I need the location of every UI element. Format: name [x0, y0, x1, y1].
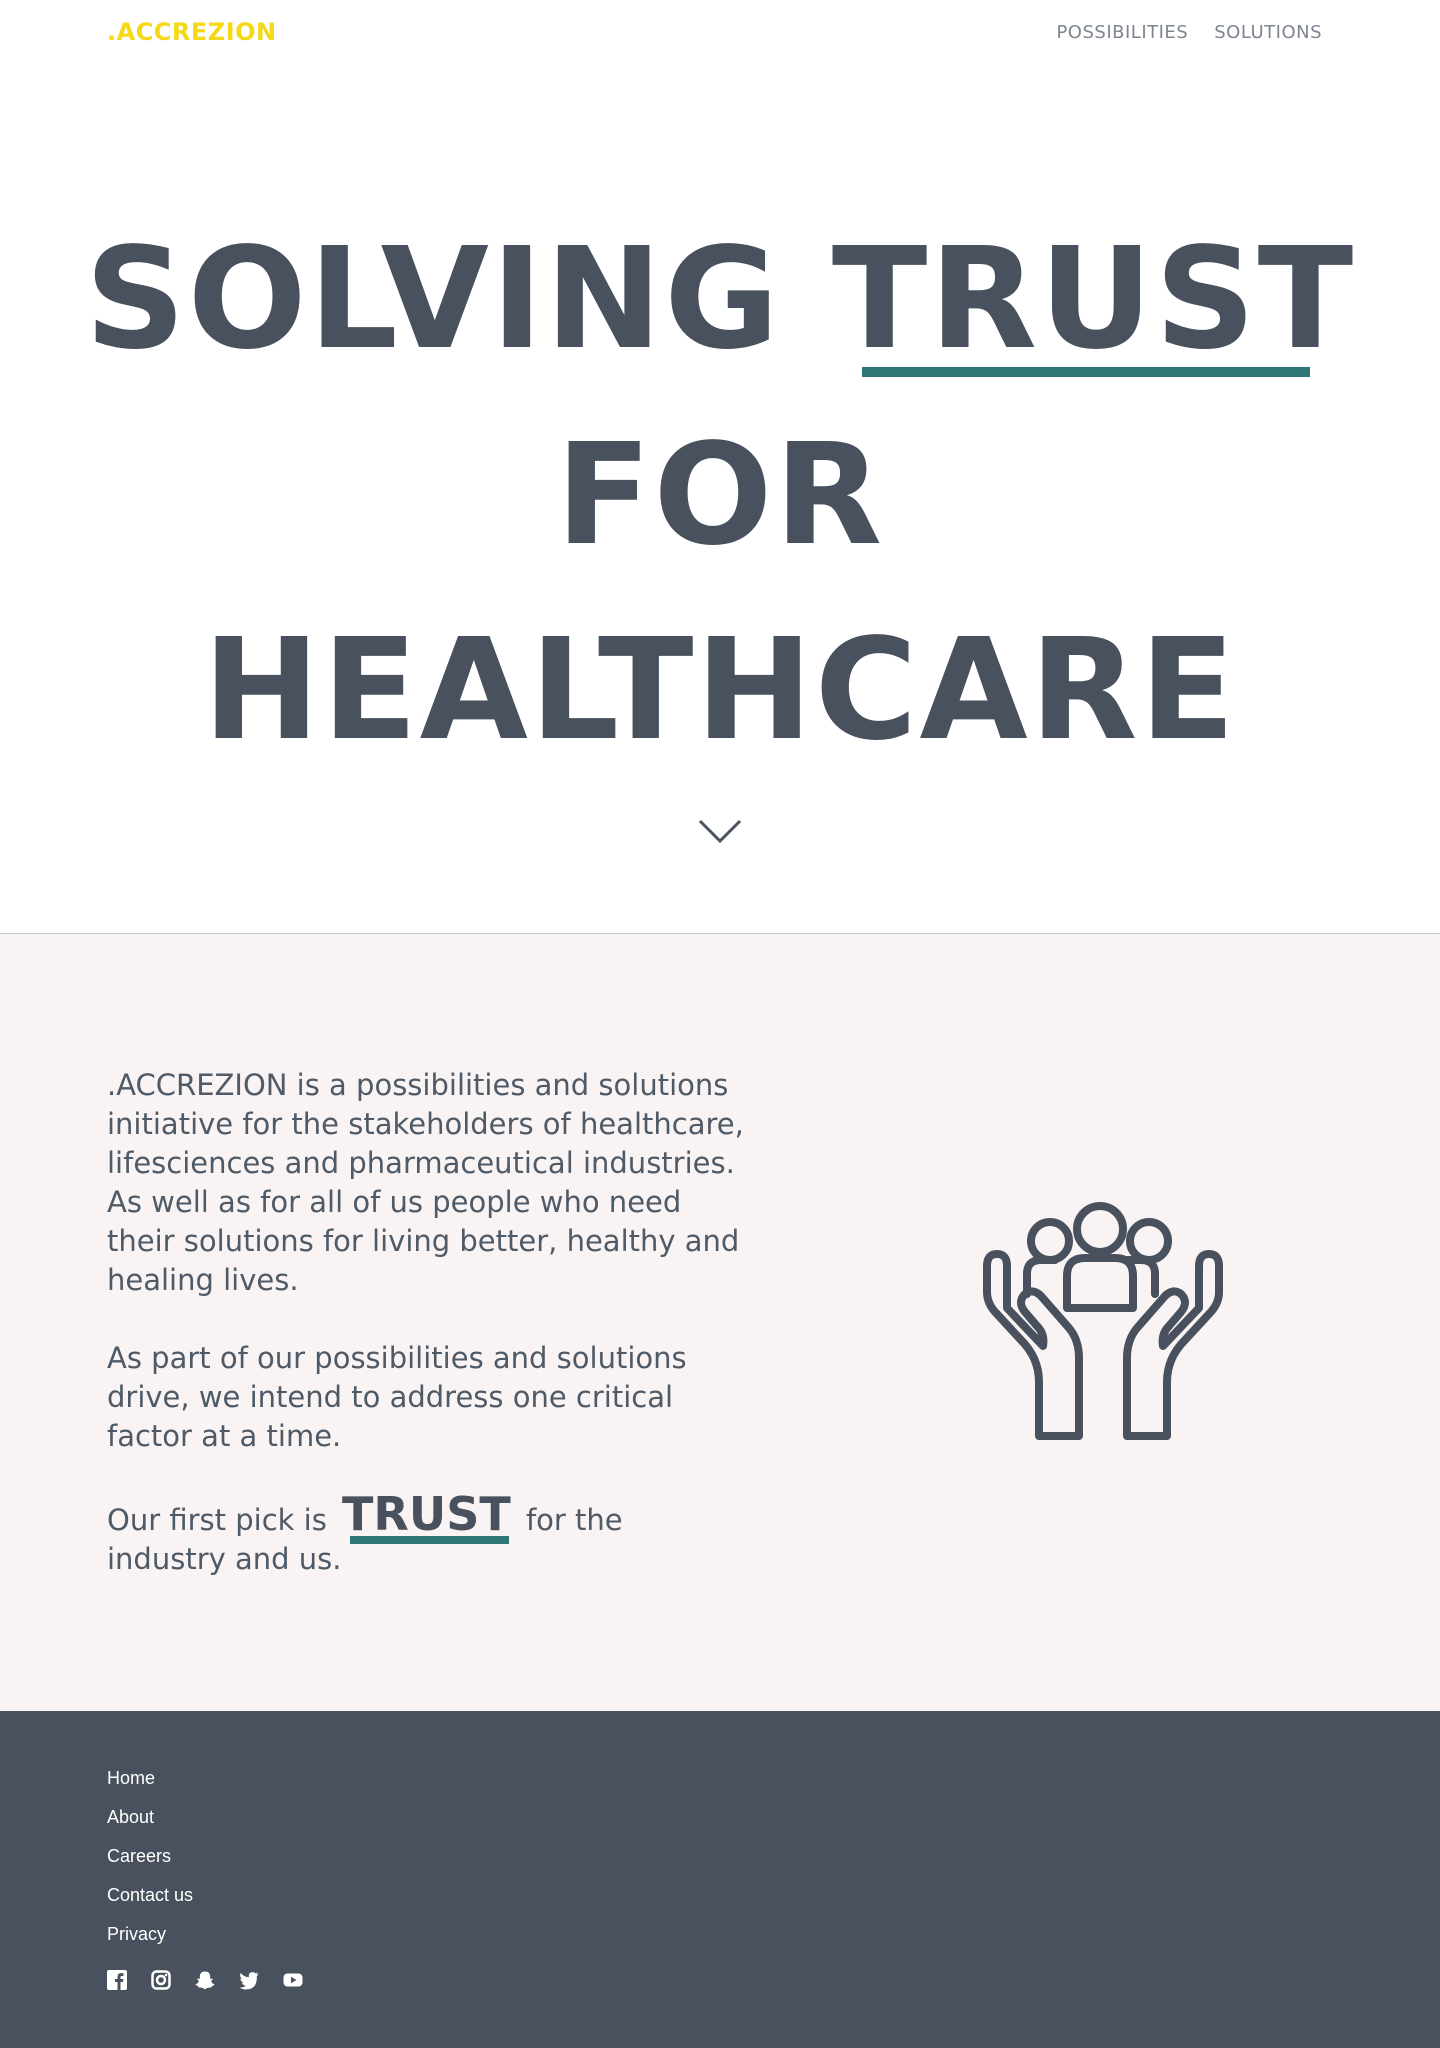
footer-link-home[interactable]: Home	[107, 1768, 193, 1807]
hero-title-line-2: FOR	[555, 414, 885, 577]
about-paragraph-1: .ACCREZION is a possibilities and soluti…	[107, 1068, 744, 1297]
trust-underline	[862, 367, 1310, 377]
main-nav: POSSIBILITIES SOLUTIONS	[1056, 22, 1322, 43]
footer-link-careers[interactable]: Careers	[107, 1846, 193, 1885]
social-links	[107, 1970, 303, 1990]
hero-word-trust: TRUST	[831, 218, 1356, 381]
snapchat-icon[interactable]	[195, 1970, 215, 1990]
about-paragraph-2: As part of our possibilities and solutio…	[107, 1341, 687, 1453]
trust-highlight-text: TRUST	[342, 1487, 511, 1541]
hero-section: SOLVING TRUST FOR HEALTHCARE	[0, 70, 1440, 934]
site-header: .ACCREZION POSSIBILITIES SOLUTIONS	[0, 0, 1440, 70]
about-section: .ACCREZION is a possibilities and soluti…	[0, 934, 1440, 1711]
trust-highlight: TRUST	[342, 1491, 511, 1544]
about-paragraph-3: Our first pick is TRUST for the industry…	[107, 1491, 747, 1579]
footer-link-about[interactable]: About	[107, 1807, 193, 1846]
hero-word-solving: SOLVING	[84, 218, 782, 381]
hands-people-icon	[983, 1202, 1223, 1440]
trust-highlight-underline	[350, 1536, 509, 1544]
footer-links: Home About Careers Contact us Privacy	[107, 1768, 193, 1963]
instagram-icon[interactable]	[151, 1970, 171, 1990]
footer-link-contact[interactable]: Contact us	[107, 1885, 193, 1924]
site-logo[interactable]: .ACCREZION	[107, 18, 277, 46]
nav-possibilities[interactable]: POSSIBILITIES	[1056, 22, 1188, 43]
facebook-icon[interactable]	[107, 1970, 127, 1990]
youtube-icon[interactable]	[283, 1970, 303, 1990]
first-pick-text: Our first pick is	[107, 1503, 327, 1537]
footer-link-privacy[interactable]: Privacy	[107, 1924, 193, 1963]
hero-title-line-3: HEALTHCARE	[202, 609, 1238, 772]
hero-title-line-1: SOLVING TRUST	[0, 230, 1440, 370]
about-text: .ACCREZION is a possibilities and soluti…	[107, 1066, 747, 1618]
nav-solutions[interactable]: SOLUTIONS	[1214, 22, 1322, 43]
twitter-icon[interactable]	[239, 1970, 259, 1990]
site-footer: Home About Careers Contact us Privacy	[0, 1711, 1440, 2048]
chevron-down-icon[interactable]	[698, 819, 742, 845]
